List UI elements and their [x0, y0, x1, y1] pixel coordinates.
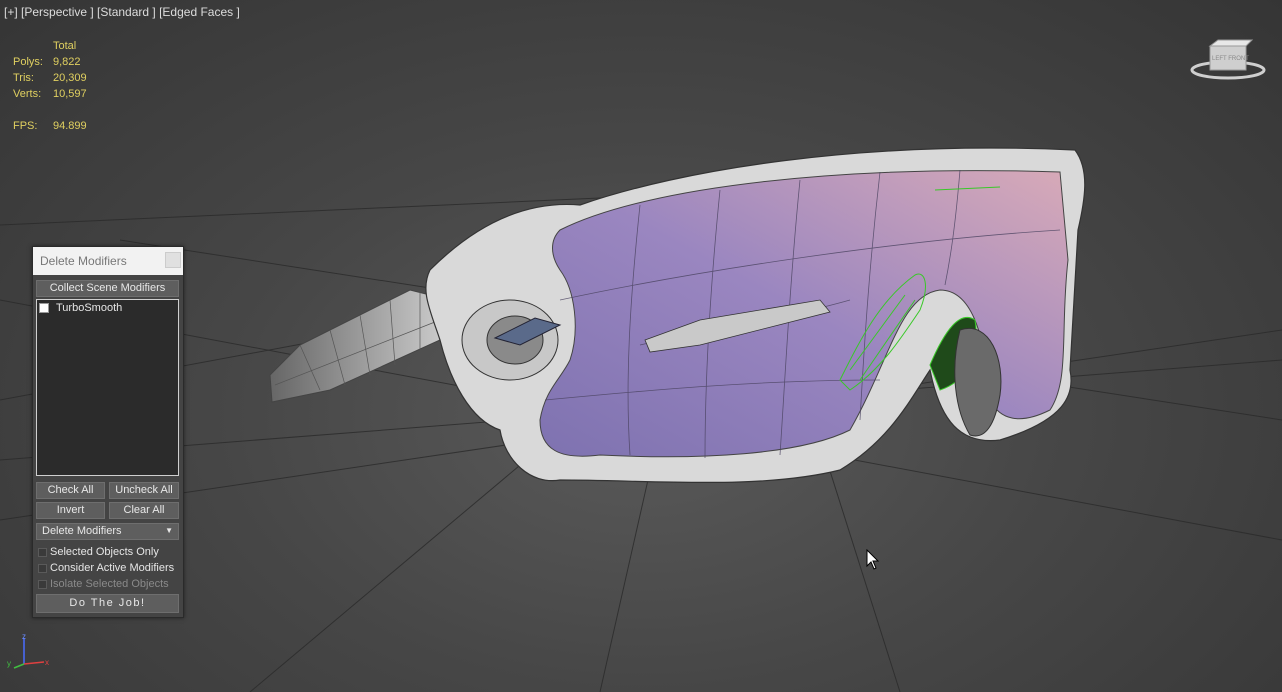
- stats-row: Verts: 10,597: [13, 86, 87, 102]
- selected-only-checkbox[interactable]: [38, 547, 47, 557]
- viewcube-icon[interactable]: LEFT FRONT: [1188, 38, 1268, 82]
- axis-tripod-icon: z x y: [6, 632, 56, 672]
- polys-value: 9,822: [53, 56, 81, 68]
- consider-active-checkbox[interactable]: [38, 563, 47, 573]
- viewcube-label: LEFT FRONT: [1212, 56, 1249, 62]
- dialog-title-text: Delete Modifiers: [40, 254, 127, 268]
- fps-row: FPS: 94.899: [13, 118, 87, 134]
- glasses-arm: [269, 289, 451, 403]
- tris-label: Tris:: [13, 72, 34, 84]
- stats-row: Tris: 20,309: [13, 70, 87, 86]
- axis-y-label: y: [7, 659, 11, 668]
- consider-active-option[interactable]: Consider Active Modifiers: [38, 562, 174, 574]
- axis-z-label: z: [22, 632, 26, 641]
- selected-only-label: Selected Objects Only: [50, 546, 159, 558]
- viewport-label[interactable]: [+] [Perspective ] [Standard ] [Edged Fa…: [4, 5, 240, 19]
- verts-label: Verts:: [13, 88, 42, 100]
- mode-select[interactable]: Delete Modifiers ▼: [36, 523, 179, 540]
- modifier-checkbox[interactable]: [39, 303, 49, 313]
- modifier-list[interactable]: TurboSmooth: [36, 299, 179, 476]
- delete-modifiers-dialog: Delete Modifiers Collect Scene Modifiers…: [32, 246, 184, 618]
- check-all-button[interactable]: Check All: [36, 482, 105, 499]
- consider-active-label: Consider Active Modifiers: [50, 562, 175, 574]
- axis-x-label: x: [45, 658, 49, 667]
- close-button[interactable]: [165, 252, 181, 268]
- scene-canvas: [0, 147, 1282, 692]
- mouse-cursor-icon: [866, 548, 880, 576]
- clear-all-button[interactable]: Clear All: [109, 502, 179, 519]
- dropdown-arrow-icon: ▼: [165, 526, 173, 535]
- tris-value: 20,309: [53, 72, 87, 84]
- stats-header: Total: [53, 40, 77, 52]
- perspective-viewport[interactable]: [+] [Perspective ] [Standard ] [Edged Fa…: [0, 0, 1282, 692]
- verts-value: 10,597: [53, 88, 87, 100]
- isolate-selected-option: Isolate Selected Objects: [38, 578, 169, 590]
- polys-label: Polys:: [13, 56, 43, 68]
- fps-value: 94.899: [53, 120, 87, 132]
- selected-only-option[interactable]: Selected Objects Only: [38, 546, 159, 558]
- invert-button[interactable]: Invert: [36, 502, 105, 519]
- mode-select-value: Delete Modifiers: [42, 525, 122, 537]
- stats-row: Polys: 9,822: [13, 54, 87, 70]
- stats-overlay: Total Polys: 9,822 Tris: 20,309 Verts: 1…: [13, 38, 87, 134]
- dialog-title[interactable]: Delete Modifiers: [33, 247, 183, 275]
- do-the-job-button[interactable]: Do The Job!: [36, 594, 179, 613]
- isolate-selected-checkbox: [38, 579, 47, 589]
- collect-scene-modifiers-button[interactable]: Collect Scene Modifiers: [36, 280, 179, 297]
- fps-label: FPS:: [13, 120, 38, 132]
- uncheck-all-button[interactable]: Uncheck All: [109, 482, 179, 499]
- modifier-name: TurboSmooth: [56, 302, 123, 314]
- list-item[interactable]: TurboSmooth: [39, 302, 122, 314]
- isolate-selected-label: Isolate Selected Objects: [50, 578, 169, 590]
